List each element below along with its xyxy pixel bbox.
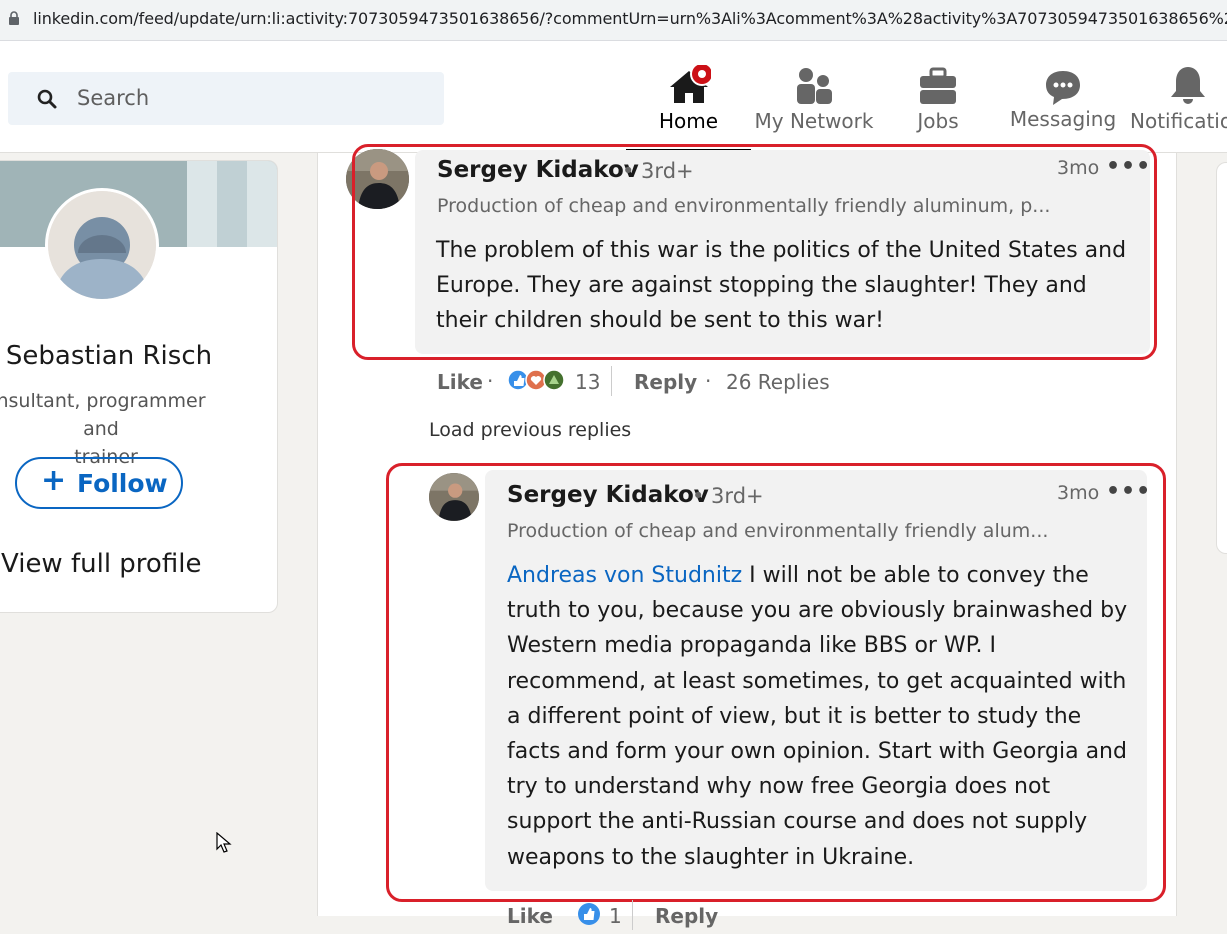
nav-messaging[interactable]: Messaging [1003,53,1123,152]
search-placeholder: Search [77,86,150,110]
search-input[interactable]: Search [8,72,444,125]
nav-home[interactable]: Home [626,53,751,152]
nav-notifications[interactable]: Notificatio [1130,53,1227,152]
reaction-count[interactable]: 13 [575,370,600,394]
right-rail-card [1216,162,1227,554]
highlight-box [386,463,1166,902]
reaction-icons[interactable] [507,368,567,392]
search-icon [37,89,57,109]
nav-my-network-label: My Network [754,109,874,133]
load-previous-replies-button[interactable]: Load previous replies [429,419,631,441]
nav-home-label: Home [658,109,719,133]
like-button[interactable]: Like [507,904,553,928]
nav-jobs[interactable]: Jobs [888,53,988,152]
messaging-icon [1046,71,1080,105]
comment-actions: Like · 13 Reply · 26 Replies [437,366,837,400]
profile-card: Sebastian Risch nsultant, programmer and… [0,160,278,613]
follow-button[interactable]: + Follow [15,457,183,509]
replies-count-link[interactable]: 26 Replies [726,370,830,394]
reply-button[interactable]: Reply [655,904,718,928]
avatar[interactable] [45,188,159,302]
nav-my-network[interactable]: My Network [752,53,876,152]
nav-jobs-label: Jobs [917,109,959,133]
like-button[interactable]: Like [437,370,483,394]
highlight-box [352,144,1157,360]
profile-name[interactable]: Sebastian Risch [0,341,219,371]
browser-address-bar[interactable]: linkedin.com/feed/update/urn:li:activity… [0,0,1227,41]
top-navigation: Search Home My Network Jobs Messaging No… [0,41,1227,153]
plus-icon: + [41,463,67,498]
url-text: linkedin.com/feed/update/urn:li:activity… [33,9,1227,28]
network-icon [797,68,832,104]
lock-icon [9,11,19,25]
nav-messaging-label: Messaging [1009,107,1117,131]
view-full-profile-link[interactable]: View full profile [1,549,201,579]
nav-notifications-label: Notificatio [1130,109,1227,133]
reply-actions: Like 1 Reply [507,900,807,934]
mouse-cursor-icon [216,832,232,853]
reply-button[interactable]: Reply [634,370,697,394]
person-placeholder-icon [48,191,156,299]
home-icon [669,65,711,103]
reaction-count[interactable]: 1 [609,904,622,928]
like-reaction-icon[interactable] [577,902,601,926]
briefcase-icon [920,67,956,104]
bell-icon [1171,67,1205,104]
